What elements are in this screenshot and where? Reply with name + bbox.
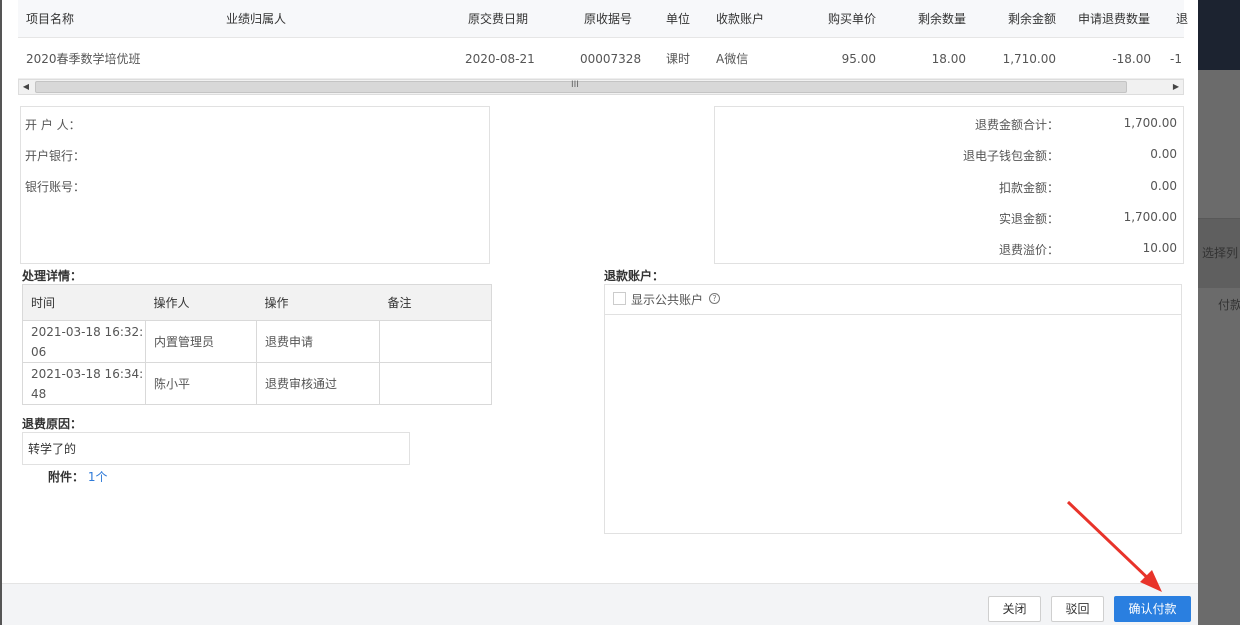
cell-original-date: 2020-08-21	[465, 52, 535, 66]
attachment-row: 附件： 1个	[48, 468, 107, 485]
refund-account-header: 显示公共账户 ?	[605, 285, 1181, 315]
cell-receipt-no: 00007328	[580, 52, 642, 66]
cell-refund-qty: -18.00	[1112, 52, 1151, 66]
refund-account-panel: 显示公共账户 ?	[604, 284, 1182, 534]
cell-refund-truncated: -1	[1170, 52, 1182, 66]
annotation-arrow-icon	[1066, 500, 1162, 592]
refund-premium-label: 退费溢价：	[998, 243, 1059, 257]
horizontal-scrollbar[interactable]: ◀ III ▶	[18, 79, 1184, 95]
confirm-payment-button[interactable]: 确认付款	[1114, 596, 1191, 622]
wallet-refund-value: 0.00	[1150, 147, 1177, 161]
col-remaining-qty: 剩余数量	[917, 12, 966, 26]
bank-info-panel: 开 户 人： 开户银行： 银行账号：	[20, 106, 490, 264]
process-details-table: 时间 操作人 操作 备注 2021-03-18 16:32:06 内置管理员 退…	[22, 284, 492, 405]
row-time: 2021-03-18 16:34:48	[22, 362, 146, 405]
refund-premium-value: 10.00	[1142, 241, 1177, 255]
refund-reason-title: 退费原因：	[22, 417, 83, 431]
refund-items-grid: 项目名称 业绩归属人 原交费日期 原收据号 单位 收款账户 购买单价 剩余数量 …	[18, 0, 1188, 96]
col-refund-qty: 申请退费数量	[1078, 12, 1151, 26]
col-note: 备注	[379, 284, 492, 321]
total-refund-value: 1,700.00	[1123, 116, 1177, 130]
total-refund-label: 退费金额合计：	[974, 118, 1059, 132]
actual-refund-label: 实退金额：	[998, 212, 1059, 226]
close-button[interactable]: 关闭	[988, 596, 1041, 622]
col-action: 操作	[256, 284, 380, 321]
col-unit-price: 购买单价	[827, 12, 876, 26]
col-item-name: 项目名称	[26, 12, 75, 26]
deduction-value: 0.00	[1150, 179, 1177, 193]
background-select-columns: 选择列	[1202, 246, 1239, 260]
account-holder-label: 开 户 人：	[25, 118, 81, 132]
help-icon[interactable]: ?	[709, 293, 720, 304]
show-public-account-checkbox[interactable]	[613, 292, 626, 305]
wallet-refund-label: 退电子钱包金额：	[962, 149, 1059, 163]
refund-totals-panel: 退费金额合计： 1,700.00 退电子钱包金额： 0.00 扣款金额： 0.0…	[714, 106, 1184, 264]
show-public-account-label[interactable]: 显示公共账户	[631, 291, 703, 308]
col-operator: 操作人	[145, 284, 257, 321]
row-note	[379, 362, 492, 405]
row-operator: 内置管理员	[145, 320, 257, 363]
row-time: 2021-03-18 16:32:06	[22, 320, 146, 363]
process-details-title: 处理详情：	[22, 269, 83, 283]
col-payment-account: 收款账户	[716, 12, 765, 26]
refund-payment-dialog: 项目名称 业绩归属人 原交费日期 原收据号 单位 收款账户 购买单价 剩余数量 …	[0, 0, 1198, 625]
cell-remaining-amount: 1,710.00	[1002, 52, 1056, 66]
col-remaining-amount: 剩余金额	[1007, 12, 1056, 26]
scroll-right-icon[interactable]: ▶	[1169, 80, 1183, 94]
grid-header: 项目名称 业绩归属人 原交费日期 原收据号 单位 收款账户 购买单价 剩余数量 …	[18, 0, 1188, 38]
table-row: 2021-03-18 16:32:06 内置管理员 退费申请	[22, 320, 492, 363]
background-payment-label: 付款	[1218, 298, 1240, 312]
table-row[interactable]: 2020春季数学培优班 2020-08-21 00007328 课时 A微信 9…	[18, 39, 1184, 79]
col-time: 时间	[22, 284, 146, 321]
cell-payment-account: A微信	[716, 52, 749, 66]
refund-reason-field: 转学了的	[22, 432, 410, 465]
background-page: 选择列 付款	[1198, 0, 1240, 625]
dialog-footer: 关闭 驳回 确认付款	[2, 583, 1198, 625]
bank-name-label: 开户银行：	[25, 149, 86, 163]
cell-unit: 课时	[666, 52, 691, 66]
bank-account-label: 银行账号：	[25, 180, 86, 194]
refund-account-title: 退款账户：	[604, 269, 665, 283]
col-performance-owner: 业绩归属人	[226, 12, 287, 26]
col-receipt-no: 原收据号	[584, 12, 633, 26]
background-header	[1198, 0, 1240, 70]
cell-remaining-qty: 18.00	[931, 52, 966, 66]
attachment-label: 附件：	[48, 470, 85, 484]
row-operator: 陈小平	[145, 362, 257, 405]
row-note	[379, 320, 492, 363]
cell-unit-price: 95.00	[841, 52, 876, 66]
col-original-date: 原交费日期	[468, 12, 529, 26]
deduction-label: 扣款金额：	[998, 181, 1059, 195]
col-unit: 单位	[666, 12, 691, 26]
col-refund-truncated: 退	[1176, 12, 1189, 26]
attachment-link[interactable]: 1个	[88, 470, 108, 484]
reject-button[interactable]: 驳回	[1051, 596, 1104, 622]
actual-refund-value: 1,700.00	[1123, 210, 1177, 224]
cell-item-name: 2020春季数学培优班	[26, 52, 141, 66]
row-action: 退费申请	[256, 320, 380, 363]
scrollbar-grip: III	[571, 80, 579, 90]
table-row: 2021-03-18 16:34:48 陈小平 退费审核通过	[22, 362, 492, 405]
row-action: 退费审核通过	[256, 362, 380, 405]
scroll-left-icon[interactable]: ◀	[19, 80, 33, 94]
annotation-arrow-shaft	[1066, 500, 1156, 586]
scrollbar-thumb[interactable]: III	[35, 80, 1127, 93]
